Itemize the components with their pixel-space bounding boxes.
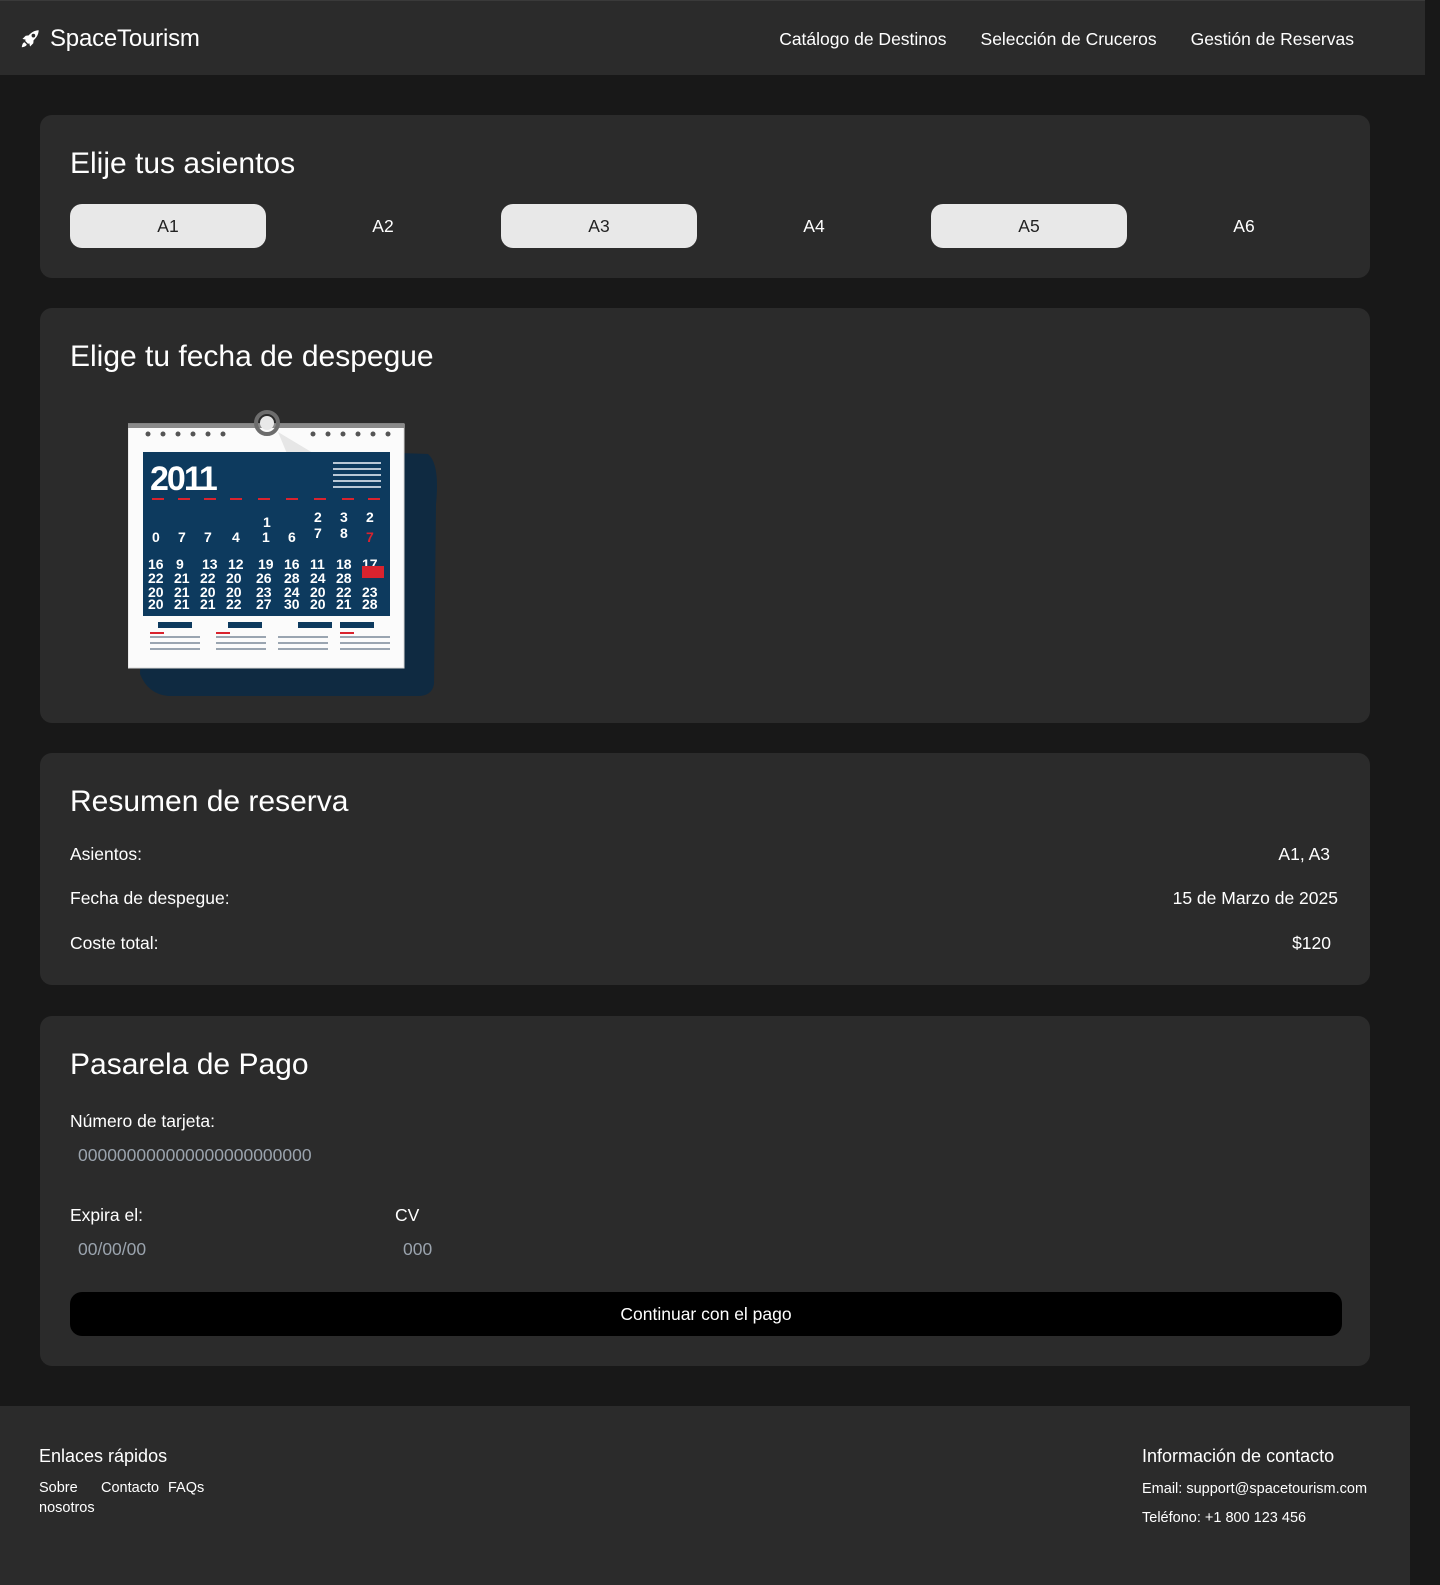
contact-phone: Teléfono: +1 800 123 456: [1142, 1510, 1307, 1526]
svg-text:21: 21: [200, 596, 216, 612]
launch-date-title: Elige tu fecha de despegue: [70, 340, 434, 373]
svg-text:4: 4: [232, 529, 240, 545]
svg-text:21: 21: [336, 596, 352, 612]
svg-text:1: 1: [263, 514, 271, 530]
svg-text:21: 21: [174, 596, 190, 612]
nav-link-catalogo-destinos[interactable]: Catálogo de Destinos: [779, 29, 946, 50]
top-navbar: SpaceTourism Catálogo de Destinos Selecc…: [0, 0, 1425, 75]
seat-button-a3[interactable]: A3: [501, 204, 697, 248]
svg-text:30: 30: [284, 596, 300, 612]
svg-text:20: 20: [310, 596, 326, 612]
svg-text:8: 8: [340, 525, 348, 541]
footer-link-about[interactable]: Sobre nosotros: [39, 1478, 99, 1518]
seat-selection-title: Elije tus asientos: [70, 147, 296, 180]
brand-logo[interactable]: SpaceTourism: [19, 25, 200, 53]
cv-input[interactable]: [395, 1236, 595, 1262]
svg-text:2: 2: [366, 509, 374, 525]
svg-text:7: 7: [366, 529, 374, 545]
summary-cost-label: Coste total:: [70, 933, 159, 953]
svg-text:1: 1: [262, 529, 270, 545]
svg-text:2: 2: [314, 509, 322, 525]
booking-summary-card: Resumen de reserva Asientos: A1, A3 Fech…: [40, 753, 1370, 985]
nav-link-seleccion-cruceros[interactable]: Selección de Cruceros: [981, 29, 1157, 50]
seat-button-a4[interactable]: A4: [716, 204, 912, 248]
card-number-label: Número de tarjeta:: [70, 1111, 215, 1131]
svg-text:7: 7: [204, 529, 212, 545]
summary-date-value: 15 de Marzo de 2025: [1172, 888, 1338, 908]
rocket-icon: [21, 30, 39, 48]
nav-link-gestion-reservas[interactable]: Gestión de Reservas: [1191, 29, 1354, 50]
svg-text:6: 6: [288, 529, 296, 545]
summary-seats-value: A1, A3: [1278, 844, 1330, 864]
summary-cost-value: $120: [1292, 933, 1331, 953]
payment-gateway-title: Pasarela de Pago: [70, 1048, 309, 1081]
contact-info-title: Información de contacto: [1142, 1446, 1335, 1466]
seat-button-a2[interactable]: A2: [285, 204, 481, 248]
footer-link-contact[interactable]: Contacto: [101, 1478, 159, 1498]
seat-button-a6[interactable]: A6: [1146, 204, 1342, 248]
svg-text:7: 7: [314, 525, 322, 541]
summary-date-label: Fecha de despegue:: [70, 888, 230, 908]
svg-text:20: 20: [148, 596, 164, 612]
calendar-image[interactable]: 2011 1 2 3 2 0 7 7 4 1 6 7 8 16 9 13 12 19 16 …: [127, 404, 440, 700]
svg-text:0: 0: [152, 529, 160, 545]
calendar-illustration: 2011 1 2 3 2 0 7 7 4 1 6 7 8 16 9 13 12 19 16 …: [127, 410, 437, 696]
booking-summary-title: Resumen de reserva: [70, 785, 349, 818]
svg-text:22: 22: [226, 596, 242, 612]
svg-text:27: 27: [256, 596, 272, 612]
footer-link-faqs[interactable]: FAQs: [168, 1478, 204, 1498]
brand-name: SpaceTourism: [50, 25, 200, 52]
svg-text:28: 28: [362, 596, 378, 612]
expiry-label: Expira el:: [70, 1205, 143, 1225]
svg-text:7: 7: [178, 529, 186, 545]
expiry-input[interactable]: [70, 1236, 370, 1262]
quick-links-title: Enlaces rápidos: [39, 1446, 168, 1466]
svg-text:3: 3: [340, 509, 348, 525]
seat-selection-card: Elije tus asientos A1 A2 A3 A4 A5 A6: [40, 115, 1370, 278]
card-number-input[interactable]: [70, 1142, 470, 1168]
main-nav: Catálogo de Destinos Selección de Crucer…: [779, 29, 1354, 50]
continue-payment-button[interactable]: Continuar con el pago: [70, 1292, 1342, 1336]
summary-seats-label: Asientos:: [70, 844, 142, 864]
seat-button-a5[interactable]: A5: [931, 204, 1127, 248]
contact-email: Email: support@spacetourism.com: [1142, 1481, 1368, 1497]
cv-label: CV: [395, 1205, 420, 1225]
launch-date-card: Elige tu fecha de despegue 2011 1 2 3 2 …: [40, 308, 1370, 723]
footer: Enlaces rápidos Sobre nosotros Contacto …: [0, 1406, 1410, 1585]
seat-button-a1[interactable]: A1: [70, 204, 266, 248]
calendar-year: 2011: [150, 460, 217, 498]
page: SpaceTourism Catálogo de Destinos Selecc…: [0, 0, 1425, 1585]
payment-gateway-card: Pasarela de Pago Número de tarjeta: Expi…: [40, 1016, 1370, 1366]
